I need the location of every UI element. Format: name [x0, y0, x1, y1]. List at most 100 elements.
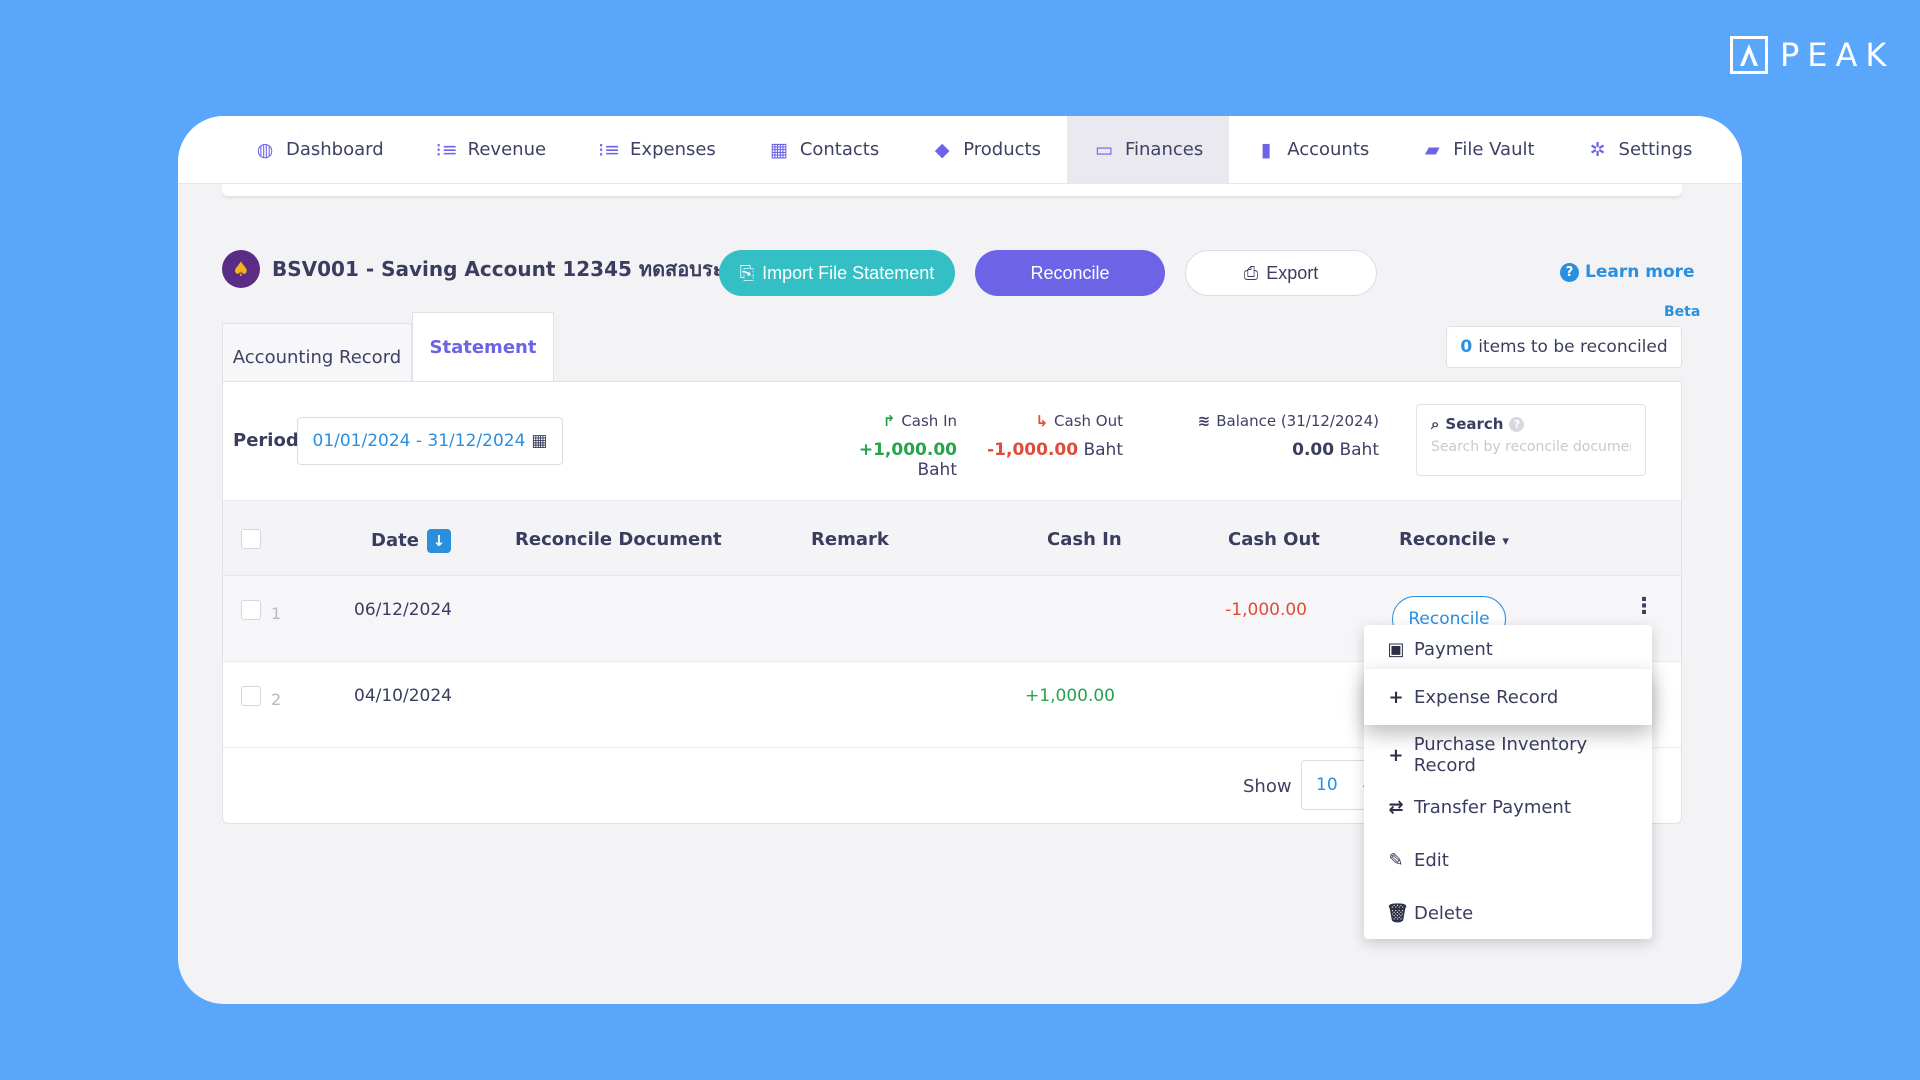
- menu-item-payment[interactable]: ▣ Payment: [1364, 625, 1652, 673]
- account-title: BSV001 - Saving Account 12345 ทดสอบระบบ: [272, 257, 749, 281]
- nav-contacts-label: Contacts: [799, 139, 880, 160]
- menu-item-label: Expense Record: [1414, 686, 1559, 708]
- th-remark: Remark: [811, 529, 889, 550]
- row-checkbox[interactable]: [241, 600, 261, 620]
- nav-products-label: Products: [963, 139, 1041, 160]
- th-cash-out: Cash Out: [1228, 529, 1320, 550]
- th-date[interactable]: Date ↓: [371, 529, 451, 553]
- nav-products[interactable]: ◆ Products: [905, 116, 1067, 183]
- th-reconcile-label: Reconcile: [1399, 529, 1497, 550]
- calendar-icon: ▦: [531, 431, 548, 451]
- expenses-icon: ⁝≡: [598, 138, 621, 161]
- th-date-label: Date: [371, 530, 419, 551]
- items-to-reconcile-text: items to be reconciled: [1478, 337, 1668, 357]
- search-icon: ⌕: [1431, 415, 1440, 433]
- export-button-label: Export: [1266, 262, 1319, 283]
- row-cash-out: -1,000.00: [1225, 600, 1307, 620]
- period-date-picker[interactable]: 01/01/2024 - 31/12/2024 ▦: [297, 417, 563, 465]
- folder-icon: ▰: [1424, 138, 1440, 161]
- nav-settings[interactable]: ✲ Settings: [1561, 116, 1719, 183]
- cash-in-summary: ↱ Cash In +1,000.00 Baht: [817, 412, 957, 480]
- period-value: 01/01/2024 - 31/12/2024: [312, 431, 526, 451]
- th-reconcile-document: Reconcile Document: [515, 529, 722, 550]
- page-size-value: 10: [1316, 775, 1338, 795]
- show-label: Show: [1243, 776, 1292, 797]
- nav-finances-label: Finances: [1124, 139, 1204, 160]
- tab-statement[interactable]: Statement: [412, 312, 554, 382]
- menu-item-delete[interactable]: 🗑 Delete: [1364, 889, 1652, 937]
- th-reconcile-filter[interactable]: Reconcile ▾: [1399, 529, 1509, 550]
- contacts-icon: ▦: [769, 138, 788, 161]
- search-box: ⌕ Search ?: [1416, 404, 1646, 476]
- account-header: ♠ BSV001 - Saving Account 12345 ทดสอบระบ…: [222, 250, 749, 288]
- menu-item-transfer-payment[interactable]: ⇄ Transfer Payment: [1364, 783, 1652, 831]
- cash-out-arrow-icon: ↳: [1035, 412, 1049, 430]
- nav-dashboard[interactable]: ◍ Dashboard: [228, 116, 410, 183]
- revenue-icon: ⁝≡: [435, 138, 458, 161]
- reconcile-button[interactable]: Reconcile: [975, 250, 1165, 296]
- trash-icon: 🗑: [1386, 902, 1409, 924]
- table-header: Date ↓ Reconcile Document Remark Cash In …: [223, 500, 1681, 576]
- sort-down-icon[interactable]: ↓: [426, 529, 451, 553]
- finances-icon: ▭: [1094, 138, 1113, 161]
- search-help-icon[interactable]: ?: [1509, 416, 1525, 432]
- menu-item-label: Edit: [1414, 849, 1449, 871]
- cash-out-summary: ↳ Cash Out -1,000.00 Baht: [979, 412, 1123, 460]
- menu-item-label: Delete: [1414, 902, 1474, 924]
- learn-more-label: Learn more: [1585, 262, 1695, 282]
- learn-more-link[interactable]: ? Learn more: [1560, 262, 1695, 282]
- chevron-down-icon: ▾: [1502, 534, 1509, 549]
- cash-out-value: -1,000.00: [987, 440, 1079, 460]
- tab-accounting-label: Accounting Record: [232, 347, 402, 368]
- accounts-icon: ▮: [1260, 138, 1272, 161]
- transfer-icon: ⇄: [1388, 796, 1404, 818]
- nav-file-vault[interactable]: ▰ File Vault: [1395, 116, 1560, 183]
- period-summary-row: Period 01/01/2024 - 31/12/2024 ▦ ↱ Cash …: [223, 382, 1681, 500]
- coins-icon: ≋: [1197, 412, 1211, 430]
- menu-item-purchase-inventory-record[interactable]: + Purchase Inventory Record: [1364, 731, 1652, 779]
- row-index: 1: [271, 604, 282, 623]
- nav-accounts[interactable]: ▮ Accounts: [1229, 116, 1395, 183]
- question-circle-icon: ?: [1560, 262, 1579, 282]
- select-all-checkbox[interactable]: [241, 529, 261, 549]
- import-button-label: Import File Statement: [762, 262, 935, 283]
- menu-item-label: Payment: [1414, 638, 1493, 660]
- more-options-icon[interactable]: ⋮: [1633, 596, 1655, 618]
- nav-contacts[interactable]: ▦ Contacts: [742, 116, 905, 183]
- cash-in-value: +1,000.00: [858, 440, 957, 460]
- collapsed-panel-strip: [222, 184, 1682, 196]
- search-input[interactable]: [1431, 439, 1631, 455]
- row-cash-in: +1,000.00: [1025, 686, 1115, 706]
- plus-icon: +: [1388, 686, 1404, 708]
- items-to-reconcile-count: 0: [1460, 337, 1473, 357]
- row-index: 2: [271, 690, 282, 709]
- cash-in-unit: Baht: [917, 460, 957, 480]
- peak-logo-text: PEAK: [1780, 36, 1895, 74]
- row-date: 06/12/2024: [354, 600, 452, 620]
- import-file-statement-button[interactable]: ⎘ Import File Statement: [719, 250, 955, 296]
- nav-finances[interactable]: ▭ Finances: [1066, 116, 1230, 183]
- menu-item-expense-record[interactable]: + Expense Record: [1364, 669, 1652, 725]
- plus-icon: +: [1388, 744, 1404, 766]
- cash-in-arrow-icon: ↱: [882, 412, 896, 430]
- balance-label: Balance (31/12/2024): [1216, 412, 1379, 430]
- export-button[interactable]: ⎙ Export: [1185, 250, 1377, 296]
- row-checkbox[interactable]: [241, 686, 261, 706]
- items-to-reconcile-badge: 0 items to be reconciled: [1446, 326, 1682, 368]
- row-actions-menu: ▣ Payment + Expense Record + Purchase In…: [1364, 625, 1652, 939]
- menu-item-label: Transfer Payment: [1414, 796, 1571, 818]
- bank-logo-icon: ♠: [222, 250, 260, 288]
- tab-accounting-record[interactable]: Accounting Record: [222, 323, 412, 381]
- cash-out-unit: Baht: [1083, 440, 1123, 460]
- nav-dashboard-label: Dashboard: [286, 139, 384, 160]
- nav-expenses[interactable]: ⁝≡ Expenses: [572, 116, 742, 183]
- menu-item-edit[interactable]: ✎ Edit: [1364, 836, 1652, 884]
- nav-file-vault-label: File Vault: [1453, 139, 1535, 160]
- nav-settings-label: Settings: [1618, 139, 1693, 160]
- edit-icon: ✎: [1388, 849, 1404, 871]
- reconcile-button-label: Reconcile: [1030, 262, 1110, 283]
- th-cash-in: Cash In: [1047, 529, 1122, 550]
- nav-expenses-label: Expenses: [630, 139, 716, 160]
- nav-revenue[interactable]: ⁝≡ Revenue: [410, 116, 572, 183]
- menu-item-label: Purchase Inventory Record: [1413, 734, 1588, 776]
